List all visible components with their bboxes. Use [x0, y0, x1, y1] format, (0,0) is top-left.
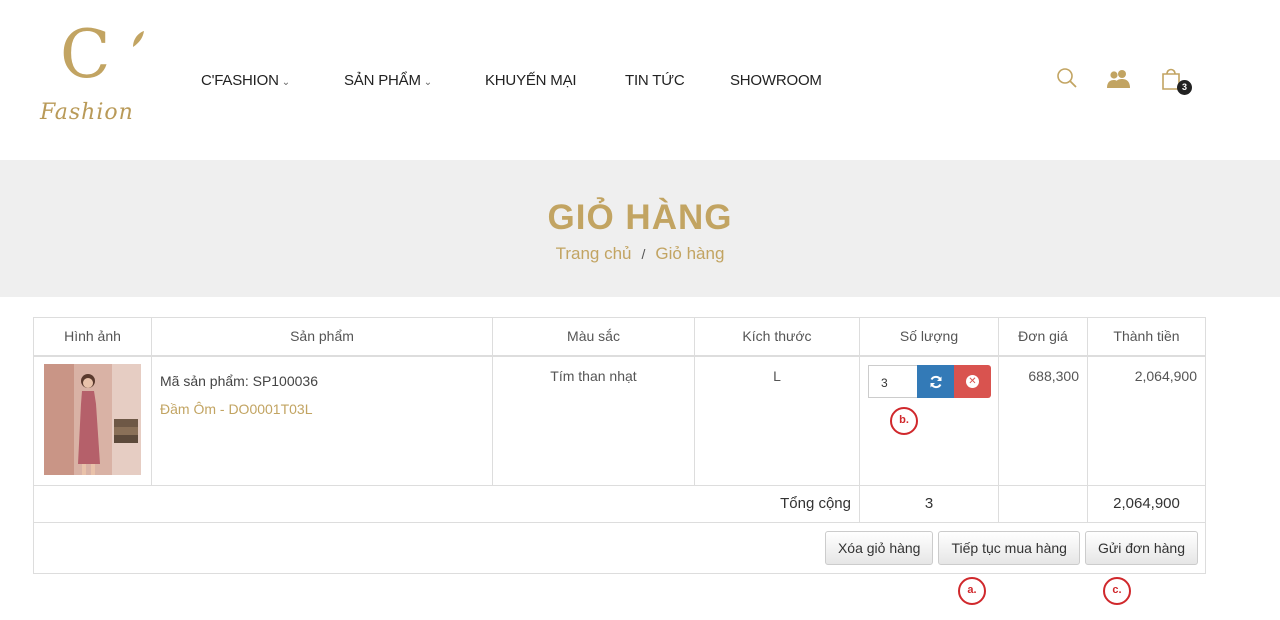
column-header: Sản phẩm	[151, 317, 493, 357]
nav-label: KHUYẾN MẠI	[485, 72, 577, 89]
nav-label: SẢN PHẨM	[344, 72, 421, 89]
logo-script: Fashion	[40, 100, 134, 125]
refresh-icon	[930, 375, 941, 388]
continue-shopping-button[interactable]: Tiếp tục mua hàng	[938, 530, 1080, 565]
annotation-marker-c: c.	[1103, 577, 1131, 605]
chevron-down-icon: ⌄	[423, 77, 432, 88]
logo-letter: C	[60, 16, 111, 93]
total-quantity: 3	[859, 484, 999, 523]
total-amount: 2,064,900	[1087, 484, 1206, 523]
nav-item-tin-tuc[interactable]: TIN TỨC	[625, 72, 685, 89]
update-quantity-button[interactable]	[917, 364, 954, 398]
column-header: Hình ảnh	[33, 317, 152, 357]
cart-actions: Xóa giỏ hàng Tiếp tục mua hàng Gửi đơn hàn…	[33, 521, 1206, 574]
users-icon[interactable]	[1106, 69, 1132, 89]
quantity-cell: ✕ b.	[859, 355, 999, 486]
product-info-cell: Mã sản phẩm: SP100036 Đầm Ôm - DO0001T03…	[151, 355, 493, 486]
product-code: Mã sản phẩm: SP100036	[160, 372, 318, 389]
total-label: Tổng cộng	[33, 484, 860, 523]
column-header: Đơn giá	[998, 317, 1088, 357]
annotation-marker-a: a.	[958, 577, 986, 605]
annotation-marker-b: b.	[890, 406, 918, 435]
product-size: L	[694, 355, 860, 486]
cart-table: Hình ảnh Sản phẩm Màu sắc Kích thước Số …	[33, 317, 1206, 574]
nav-label: TIN TỨC	[625, 72, 685, 89]
product-image-cell	[33, 355, 152, 486]
actions-row: Xóa giỏ hàng Tiếp tục mua hàng Gửi đơn hàn…	[33, 521, 1206, 574]
column-header: Màu sắc	[492, 317, 695, 357]
breadcrumb: Trang chủ / Giỏ hàng	[0, 244, 1280, 264]
breadcrumb-home-link[interactable]: Trang chủ	[556, 244, 632, 263]
clear-cart-button[interactable]: Xóa giỏ hàng	[824, 530, 934, 565]
nav-label: C'FASHION	[201, 72, 279, 89]
column-header: Kích thước	[694, 317, 860, 357]
search-icon[interactable]	[1056, 67, 1078, 89]
column-header: Số lượng	[859, 317, 999, 357]
product-color: Tím than nhạt	[492, 355, 695, 486]
unit-price: 688,300	[998, 355, 1088, 486]
total-row: Tổng cộng 3 2,064,900	[33, 484, 1206, 523]
line-total: 2,064,900	[1087, 355, 1206, 486]
nav-item-cfashion[interactable]: C'FASHION ⌄	[201, 72, 290, 89]
product-photo	[44, 363, 141, 475]
remove-item-button[interactable]: ✕	[954, 364, 991, 398]
nav-item-san-pham[interactable]: SẢN PHẨM ⌄	[344, 72, 432, 89]
page-banner: GIỎ HÀNG Trang chủ / Giỏ hàng	[0, 160, 1280, 297]
table-header-row: Hình ảnh Sản phẩm Màu sắc Kích thước Số …	[33, 317, 1206, 357]
empty-cell	[998, 484, 1088, 523]
column-header: Thành tiền	[1087, 317, 1206, 357]
remove-circle-icon: ✕	[966, 374, 979, 388]
product-thumbnail[interactable]	[44, 363, 141, 475]
table-row: Mã sản phẩm: SP100036 Đầm Ôm - DO0001T03…	[33, 355, 1206, 486]
quantity-input[interactable]	[868, 364, 917, 398]
breadcrumb-current: Giỏ hàng	[655, 244, 725, 263]
page-title: GIỎ HÀNG	[547, 198, 733, 237]
cart-count-badge: 3	[1177, 80, 1192, 95]
submit-order-button[interactable]: Gửi đơn hàng	[1084, 530, 1198, 565]
chevron-down-icon: ⌄	[281, 77, 290, 88]
brand-logo[interactable]: C Fashion	[40, 16, 160, 134]
nav-item-showroom[interactable]: SHOWROOM	[730, 72, 822, 89]
site-header: C Fashion C'FASHION ⌄ SẢN PHẨM ⌄ KHUYẾN MẠ…	[0, 0, 1280, 160]
nav-item-khuyen-mai[interactable]: KHUYẾN MẠI	[485, 72, 577, 89]
breadcrumb-separator: /	[641, 246, 646, 262]
nav-label: SHOWROOM	[730, 72, 822, 89]
product-name-link[interactable]: Đầm Ôm - DO0001T03L	[160, 401, 484, 417]
leaf-icon	[133, 31, 144, 47]
